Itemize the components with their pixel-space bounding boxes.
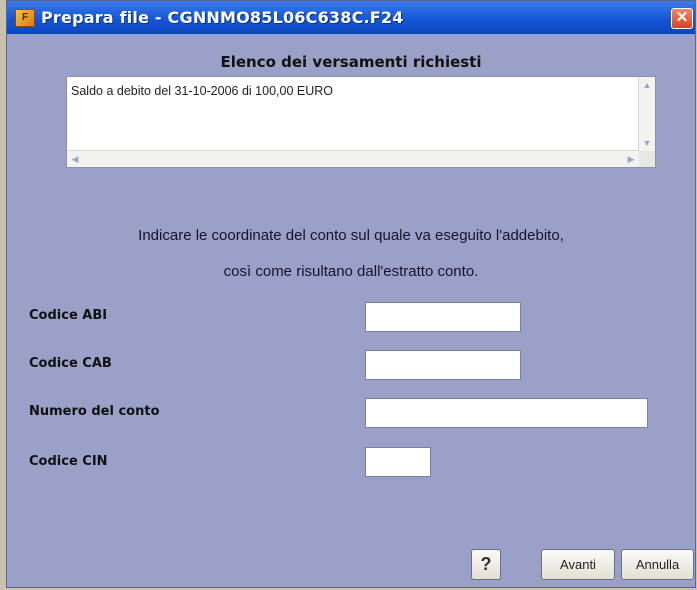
cin-field[interactable] xyxy=(365,447,431,477)
scrollbar-corner xyxy=(639,151,655,167)
payments-list[interactable]: Saldo a debito del 31-10-2006 di 100,00 … xyxy=(66,76,656,168)
prepara-file-window: F Prepara file - CGNNMO85L06C638C.F24 ✕ … xyxy=(6,0,696,588)
account-number-field[interactable] xyxy=(365,398,648,428)
instruction-line-2: così come risultano dall'estratto conto. xyxy=(223,263,479,280)
abi-label: Codice ABI xyxy=(29,308,108,323)
list-item[interactable]: Saldo a debito del 31-10-2006 di 100,00 … xyxy=(71,84,333,98)
account-number-label: Numero del conto xyxy=(29,404,160,419)
app-icon: F xyxy=(15,9,35,27)
cab-field[interactable] xyxy=(365,350,521,380)
next-button[interactable]: Avanti xyxy=(541,549,615,580)
help-button[interactable]: ? xyxy=(471,549,501,580)
instruction-line-1: Indicare le coordinate del conto sul qua… xyxy=(138,227,564,244)
scroll-down-icon[interactable]: ▼ xyxy=(641,137,653,149)
close-button[interactable]: ✕ xyxy=(671,8,693,29)
cancel-button[interactable]: Annulla xyxy=(621,549,694,580)
scroll-right-icon[interactable]: ▶ xyxy=(625,153,637,165)
scroll-up-icon[interactable]: ▲ xyxy=(641,79,653,91)
abi-field[interactable] xyxy=(365,302,521,332)
vertical-scrollbar[interactable]: ▲ ▼ xyxy=(638,77,655,151)
window-title: Prepara file - CGNNMO85L06C638C.F24 xyxy=(41,8,404,27)
cab-label: Codice CAB xyxy=(29,356,112,371)
horizontal-scrollbar[interactable]: ◀ ▶ xyxy=(67,150,639,167)
cin-label: Codice CIN xyxy=(29,454,108,469)
payments-heading: Elenco dei versamenti richiesti xyxy=(220,53,482,71)
scroll-left-icon[interactable]: ◀ xyxy=(69,153,81,165)
title-bar[interactable]: F Prepara file - CGNNMO85L06C638C.F24 ✕ xyxy=(7,1,695,34)
